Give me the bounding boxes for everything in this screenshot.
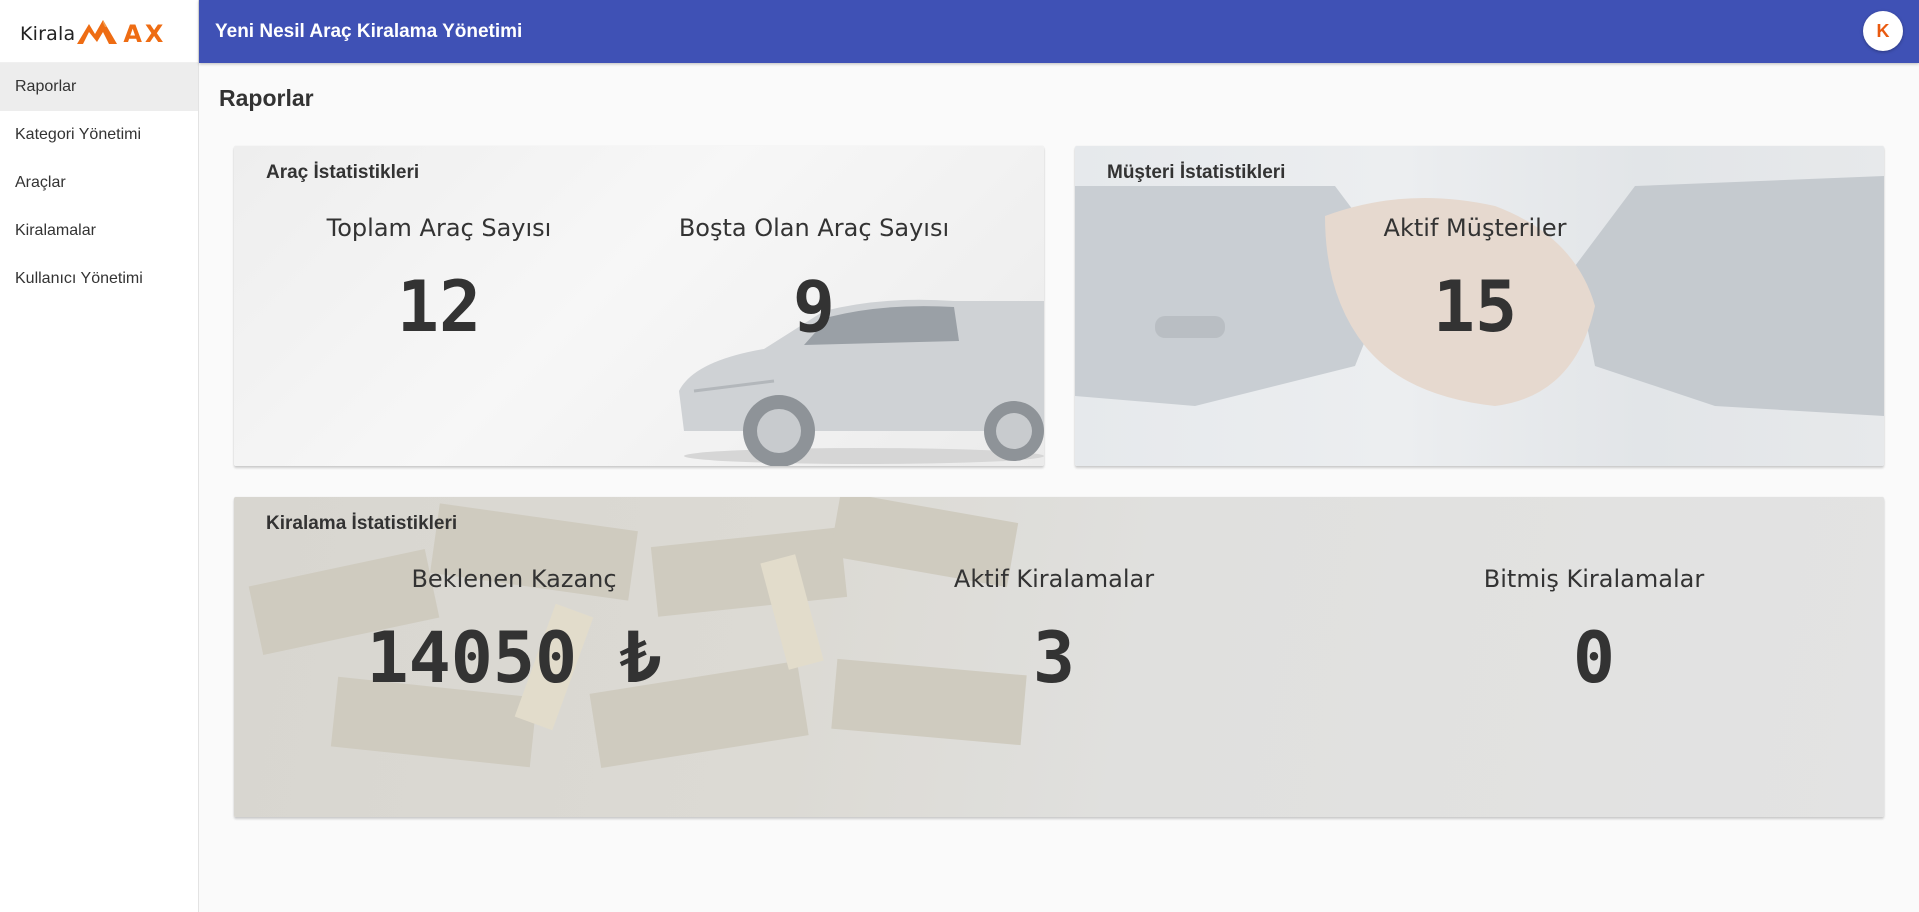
sidebar-item-kullanici-yonetimi[interactable]: Kullanıcı Yönetimi (0, 255, 198, 303)
logo-max-text: AX (123, 20, 167, 48)
sidebar-nav: Raporlar Kategori Yönetimi Araçlar Kiral… (0, 63, 198, 303)
logo-mountain-icon (77, 18, 121, 44)
total-vehicles-label: Toplam Araç Sayısı (326, 214, 552, 242)
expected-revenue-stat: Beklenen Kazanç 14050 ₺ (354, 565, 674, 699)
active-rentals-stat: Aktif Kiralamalar 3 (894, 565, 1214, 699)
active-customers-stat: Aktif Müşteriler 15 (1315, 214, 1635, 348)
avatar-initial: K (1876, 20, 1890, 41)
total-vehicles-stat: Toplam Araç Sayısı 12 (304, 214, 574, 348)
total-vehicles-value: 12 (396, 266, 482, 348)
user-avatar[interactable]: K (1863, 11, 1903, 51)
active-customers-value: 15 (1432, 266, 1518, 348)
customer-stats-title: Müşteri İstatistikleri (1107, 162, 1286, 183)
finished-rentals-value: 0 (1572, 617, 1616, 699)
sidebar-item-label: Raporlar (15, 78, 77, 95)
sidebar-item-kiralamalar[interactable]: Kiralamalar (0, 207, 198, 255)
finished-rentals-stat: Bitmiş Kiralamalar 0 (1434, 565, 1754, 699)
sidebar-item-raporlar[interactable]: Raporlar (0, 63, 198, 111)
page-title: Raporlar (219, 85, 314, 111)
active-rentals-value: 3 (1032, 617, 1076, 699)
idle-vehicles-value: 9 (792, 266, 836, 348)
vehicle-stats-card: Araç İstatistikleri Toplam Araç Sayısı 1… (234, 146, 1044, 466)
top-app-bar: Yeni Nesil Araç Kiralama Yönetimi K (199, 0, 1919, 63)
sidebar-item-label: Kullanıcı Yönetimi (15, 270, 143, 287)
active-customers-label: Aktif Müşteriler (1383, 214, 1567, 242)
idle-vehicles-label: Boşta Olan Araç Sayısı (678, 214, 950, 242)
sidebar-item-label: Kiralamalar (15, 222, 96, 239)
sidebar-item-kategori-yonetimi[interactable]: Kategori Yönetimi (0, 111, 198, 159)
sidebar-item-label: Araçlar (15, 174, 66, 191)
finished-rentals-label: Bitmiş Kiralamalar (1483, 565, 1705, 593)
vehicle-stats-title: Araç İstatistikleri (266, 162, 420, 183)
rental-stats-title: Kiralama İstatistikleri (266, 513, 458, 534)
logo-text: Kirala (20, 23, 76, 45)
main-content: Raporlar Araç İstatistikleri Toplam Araç… (199, 63, 1919, 912)
app-logo[interactable]: Kirala AX (0, 0, 198, 63)
sidebar-item-label: Kategori Yönetimi (15, 126, 141, 143)
sidebar-item-araclar[interactable]: Araçlar (0, 159, 198, 207)
active-rentals-label: Aktif Kiralamalar (953, 565, 1155, 593)
expected-revenue-label: Beklenen Kazanç (411, 565, 617, 593)
app-title: Yeni Nesil Araç Kiralama Yönetimi (215, 20, 523, 42)
idle-vehicles-stat: Boşta Olan Araç Sayısı 9 (664, 214, 964, 348)
expected-revenue-value: 14050 ₺ (366, 617, 662, 699)
sidebar: Kirala AX Raporlar Kategori Yönetimi Ara… (0, 0, 199, 912)
customer-stats-card: Müşteri İstatistikleri Aktif Müşteriler … (1075, 146, 1884, 466)
rental-stats-card: Kiralama İstatistikleri Beklenen Kazanç … (234, 497, 1884, 817)
